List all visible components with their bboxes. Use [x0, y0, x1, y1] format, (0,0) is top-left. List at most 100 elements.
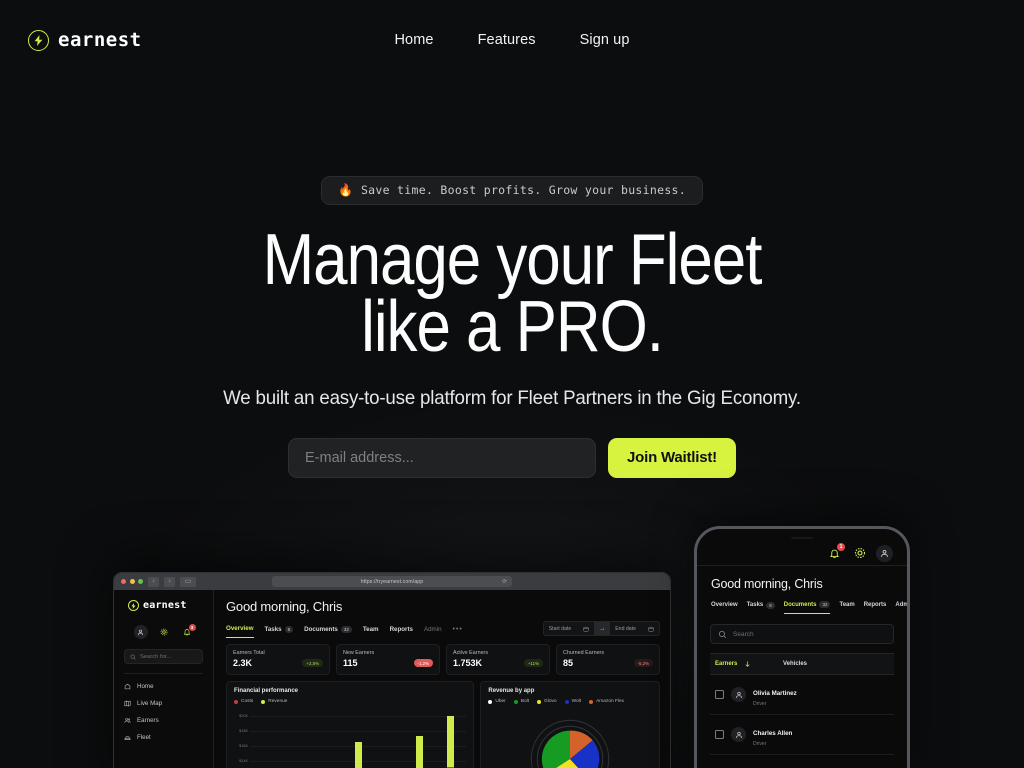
refresh-icon[interactable]: ⟳ — [502, 579, 507, 585]
chart-legend: Costs Revenue — [234, 699, 466, 704]
join-waitlist-button[interactable]: Join Waitlist! — [608, 437, 736, 478]
tab-admin[interactable]: Adm — [895, 602, 907, 613]
headline-line-1: Manage your Fleet — [262, 220, 763, 300]
column-header-vehicles[interactable]: Vehicles — [783, 661, 807, 667]
tabs: Overview Tasks 8 Documents 32 Team Repor… — [226, 625, 463, 638]
table-row[interactable]: Olivia Martinez Driver — [710, 675, 894, 715]
hero-subtitle: We built an easy-to-use platform for Fle… — [223, 386, 801, 409]
tab-tasks[interactable]: Tasks 8 — [264, 625, 294, 638]
sidebar-brand[interactable]: earnest — [114, 598, 213, 611]
row-checkbox[interactable] — [715, 690, 724, 699]
search-icon — [718, 630, 727, 638]
earner-role: Driver — [753, 701, 767, 707]
calendar-icon — [648, 626, 654, 632]
waitlist-form: Join Waitlist! — [0, 437, 1024, 478]
tab-label: Documents — [783, 601, 817, 608]
nav-links: Home Features Sign up — [0, 0, 1024, 80]
headline-line-2: like a PRO. — [361, 286, 664, 367]
search-input[interactable]: Search for... — [124, 649, 203, 664]
tab-overview[interactable]: Overview — [711, 602, 738, 613]
search-input[interactable]: Search — [710, 624, 894, 644]
row-checkbox[interactable] — [715, 730, 724, 739]
tab-documents[interactable]: Documents 32 — [304, 625, 352, 638]
sidebar-toggle-icon[interactable]: ▭ — [180, 576, 196, 587]
tabs-overflow-icon[interactable]: ••• — [453, 626, 463, 638]
url-bar[interactable]: https://tryearnest.com/app ⟳ — [272, 576, 512, 587]
tabs-row: Overview Tasks 8 Documents 32 Team Repor… — [226, 621, 660, 638]
date-range-picker: Start date → End date — [542, 621, 660, 636]
back-icon[interactable]: ‹ — [148, 576, 159, 587]
users-icon — [124, 718, 131, 723]
tab-label: Adm — [895, 602, 907, 608]
user-avatar-icon[interactable] — [876, 544, 893, 562]
chart-legend: Uber Bolt Glovo Wolt Amazon Flex — [488, 699, 652, 704]
stat-value: 2.3K — [233, 658, 253, 668]
status-badge: -1,2% — [413, 659, 433, 667]
tab-reports[interactable]: Reports — [390, 626, 413, 638]
earner-name: Olivia Martinez — [753, 690, 797, 697]
browser-mockup: ‹ › ▭ https://tryearnest.com/app ⟳ earne… — [113, 572, 671, 768]
sidebar-item-home[interactable]: Home — [124, 678, 203, 695]
sidebar-icon-row: 3 — [114, 624, 213, 639]
user-avatar-icon[interactable] — [133, 625, 148, 639]
legend-swatch — [537, 699, 542, 704]
car-icon — [124, 736, 131, 740]
legend-swatch — [488, 699, 493, 704]
y-tick: $20K — [239, 714, 248, 718]
tab-team[interactable]: Team — [839, 602, 854, 613]
nav-link-features[interactable]: Features — [478, 32, 536, 48]
tab-label: Admin — [423, 625, 442, 633]
tab-label: Overview — [711, 602, 738, 608]
sidebar-item-fleet[interactable]: Fleet — [124, 729, 203, 746]
tab-reports[interactable]: Reports — [864, 602, 887, 613]
stat-label: Churned Earners — [563, 650, 605, 656]
email-field[interactable] — [288, 437, 596, 478]
tab-overview[interactable]: Overview — [226, 625, 254, 638]
end-date-field[interactable]: End date — [610, 622, 659, 635]
arrow-right-icon[interactable]: → — [594, 622, 611, 635]
url-text: https://tryearnest.com/app — [360, 578, 424, 585]
tab-tasks[interactable]: Tasks 8 — [747, 601, 775, 614]
donut-chart — [488, 710, 652, 768]
sidebar-item-earners[interactable]: Earners — [124, 712, 203, 729]
search-icon — [130, 654, 136, 659]
legend-item-amazon-flex: Amazon Flex — [589, 699, 624, 704]
legend-swatch — [234, 699, 238, 704]
end-date-label: End date — [615, 625, 636, 632]
tab-team[interactable]: Team — [363, 626, 379, 638]
tab-label: Documents — [304, 625, 338, 633]
maximize-icon[interactable] — [138, 579, 143, 584]
start-date-field[interactable]: Start date — [544, 622, 594, 635]
arrow-down-icon — [745, 661, 750, 667]
tab-admin[interactable]: Admin — [424, 626, 442, 638]
column-header-earners[interactable]: Earners — [715, 660, 777, 668]
status-badge: +11% — [523, 659, 543, 667]
legend-item-uber: Uber — [488, 699, 506, 704]
brand-logo[interactable]: earnest — [28, 29, 142, 51]
sidebar-item-label: Live Map — [137, 700, 163, 707]
sidebar-nav: Home Live Map Earners Fleet — [114, 678, 213, 746]
gear-icon[interactable] — [851, 545, 868, 562]
bell-icon[interactable]: 1 — [826, 542, 845, 562]
gear-icon[interactable] — [157, 625, 171, 639]
sidebar-item-live-map[interactable]: Live Map — [124, 695, 203, 712]
notification-count-badge: 1 — [837, 542, 845, 551]
revenue-by-app-chart: Revenue by app Uber Bolt Glovo Wolt Amaz… — [480, 681, 660, 768]
bell-icon[interactable]: 3 — [180, 624, 196, 639]
legend-swatch — [589, 699, 594, 704]
y-tick: $14K — [239, 759, 248, 763]
forward-icon[interactable]: › — [164, 576, 175, 587]
sidebar-item-label: Home — [137, 683, 154, 690]
table-row[interactable]: Charles Allen Driver — [710, 715, 894, 755]
minimize-icon[interactable] — [129, 579, 135, 584]
stat-value: 1.753K — [453, 658, 483, 668]
nav-link-signup[interactable]: Sign up — [580, 32, 630, 48]
nav-link-home[interactable]: Home — [394, 32, 433, 48]
tab-documents[interactable]: Documents 32 — [783, 601, 831, 614]
greeting-title: Good morning, Chris — [711, 577, 823, 591]
legend-label: Amazon Flex — [596, 699, 625, 704]
tagline-badge: 🔥 Save time. Boost profits. Grow your bu… — [320, 176, 703, 205]
tab-label: Tasks — [264, 625, 282, 633]
stat-cards: Earners Total 2.3K +2,5% New Earners 115… — [226, 644, 660, 675]
close-icon[interactable] — [121, 579, 126, 584]
